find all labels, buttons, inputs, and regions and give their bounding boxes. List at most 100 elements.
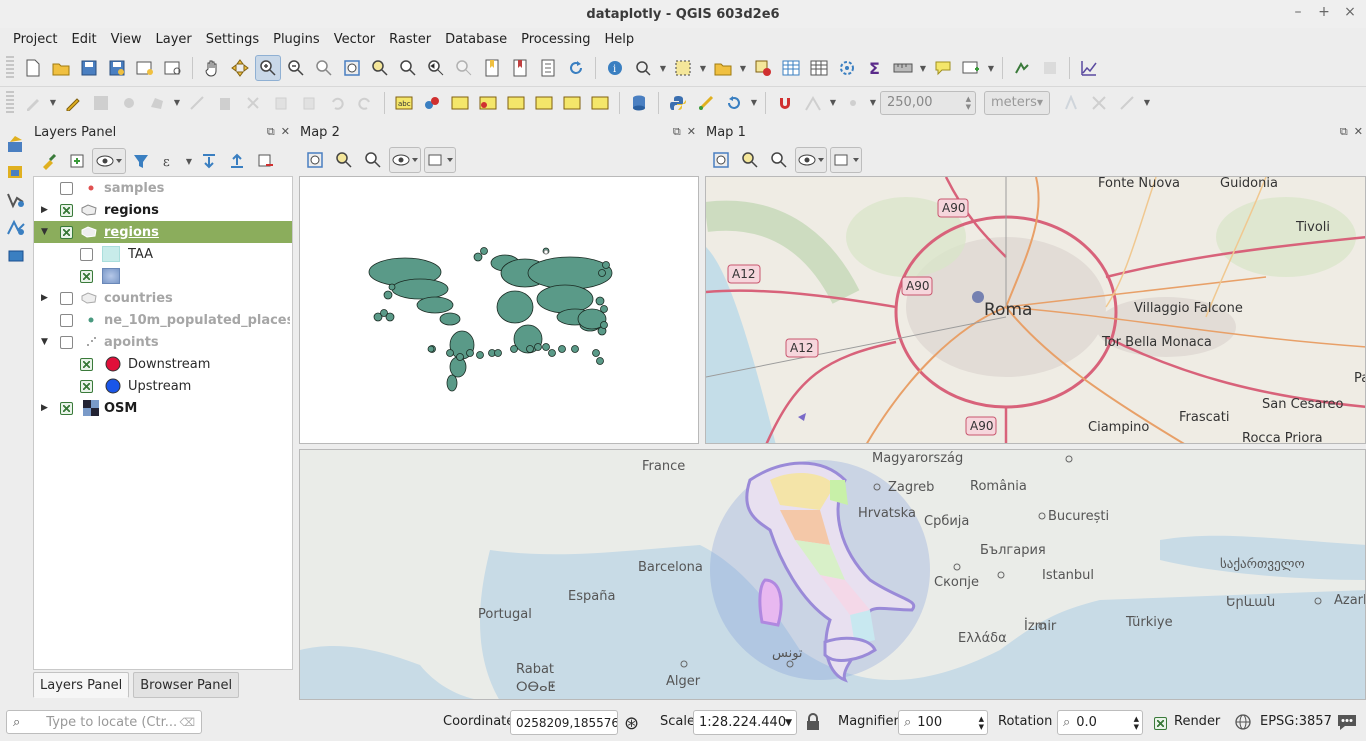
new-project-icon[interactable] bbox=[20, 55, 46, 81]
snap-mode-icon[interactable] bbox=[800, 90, 826, 116]
close-panel-icon[interactable]: ✕ bbox=[1354, 125, 1363, 139]
mouse-coordinate-icon[interactable]: ⊛ bbox=[624, 713, 639, 734]
map2-canvas[interactable] bbox=[299, 176, 699, 444]
zoom-to-layer-icon[interactable] bbox=[360, 147, 386, 173]
add-raster-layer-icon[interactable] bbox=[4, 244, 28, 268]
chevron-down-icon[interactable]: ▼ bbox=[828, 98, 838, 107]
zoom-to-layer-icon[interactable] bbox=[766, 147, 792, 173]
chevron-down-icon[interactable]: ▼ bbox=[184, 157, 194, 166]
zoom-in-icon[interactable] bbox=[255, 55, 281, 81]
zoom-to-selection-icon[interactable] bbox=[737, 147, 763, 173]
label-show-hide-icon[interactable] bbox=[559, 90, 585, 116]
style-panel-icon[interactable] bbox=[36, 148, 62, 174]
snap-type-icon[interactable] bbox=[840, 90, 866, 116]
clear-icon[interactable]: ⌫ bbox=[179, 716, 195, 729]
float-panel-icon[interactable]: ⧉ bbox=[1340, 125, 1348, 139]
expand-arrow-icon[interactable]: ▶ bbox=[41, 403, 51, 413]
save-as-icon[interactable] bbox=[104, 55, 130, 81]
legend-checkbox[interactable] bbox=[80, 269, 93, 283]
zoom-to-layer-icon[interactable] bbox=[395, 55, 421, 81]
map1-canvas[interactable]: A90 A90 A90 A12 A12 Fonte Nuova Guidonia… bbox=[705, 176, 1366, 444]
zoom-full-icon[interactable] bbox=[708, 147, 734, 173]
label-toolbar-icon[interactable]: abc bbox=[391, 90, 417, 116]
zoom-out-icon[interactable] bbox=[283, 55, 309, 81]
pan-hand-icon[interactable] bbox=[199, 55, 225, 81]
current-edits-icon[interactable] bbox=[20, 90, 46, 116]
menu-help[interactable]: Help bbox=[598, 32, 642, 47]
close-panel-icon[interactable]: ✕ bbox=[687, 125, 696, 139]
zoom-last-icon[interactable] bbox=[423, 55, 449, 81]
delete-selected-icon[interactable] bbox=[212, 90, 238, 116]
close-button[interactable]: × bbox=[1344, 4, 1356, 20]
legend-item-upstream[interactable]: Upstream bbox=[34, 375, 292, 397]
add-layer-icon[interactable] bbox=[4, 160, 28, 184]
add-vector-layer-icon[interactable] bbox=[4, 188, 28, 212]
new-map-view-icon[interactable] bbox=[958, 55, 984, 81]
tolerance-spinbox[interactable]: 250,00 ▲ ▼ bbox=[880, 90, 976, 115]
layer-checkbox[interactable] bbox=[60, 181, 73, 195]
processing-toolbox-icon[interactable] bbox=[834, 55, 860, 81]
toolbar-grip[interactable] bbox=[6, 56, 14, 80]
digitize-icon[interactable] bbox=[693, 90, 719, 116]
map-tips-icon[interactable] bbox=[930, 55, 956, 81]
legend-item-other[interactable] bbox=[34, 265, 292, 287]
spin-arrows-icon[interactable]: ▲ ▼ bbox=[1134, 715, 1139, 731]
menu-raster[interactable]: Raster bbox=[382, 32, 438, 47]
minimize-button[interactable]: – bbox=[1292, 4, 1304, 20]
locator-search[interactable]: ⌕ Type to locate (Ctr... ⌫ bbox=[6, 710, 202, 734]
identify-icon[interactable]: i bbox=[602, 55, 628, 81]
layout-manager-icon[interactable] bbox=[160, 55, 186, 81]
collapse-arrow-icon[interactable]: ▼ bbox=[41, 227, 51, 237]
toggle-editing-icon[interactable] bbox=[60, 90, 86, 116]
expand-arrow-icon[interactable]: ▶ bbox=[41, 293, 51, 303]
tab-browser-panel[interactable]: Browser Panel bbox=[133, 672, 240, 698]
chevron-down-icon[interactable]: ▼ bbox=[749, 98, 759, 107]
attribute-table-icon[interactable] bbox=[778, 55, 804, 81]
float-panel-icon[interactable]: ⧉ bbox=[673, 125, 681, 139]
label-highlight-icon[interactable] bbox=[447, 90, 473, 116]
save-edits-icon[interactable] bbox=[88, 90, 114, 116]
label-move-icon[interactable] bbox=[475, 90, 501, 116]
render-checkbox[interactable] bbox=[1154, 717, 1167, 730]
show-bookmarks-icon[interactable] bbox=[507, 55, 533, 81]
measure-icon[interactable] bbox=[890, 55, 916, 81]
layer-checkbox[interactable] bbox=[60, 291, 73, 305]
statistics-sigma-icon[interactable]: Σ bbox=[862, 55, 888, 81]
filter-expression-icon[interactable]: ε bbox=[156, 148, 182, 174]
float-panel-icon[interactable]: ⧉ bbox=[267, 125, 275, 139]
menu-layer[interactable]: Layer bbox=[149, 32, 199, 47]
chevron-down-icon[interactable]: ▼ bbox=[1142, 98, 1152, 107]
menu-edit[interactable]: Edit bbox=[64, 32, 103, 47]
vertex-tool-icon[interactable] bbox=[184, 90, 210, 116]
temporal-icon[interactable] bbox=[535, 55, 561, 81]
menu-database[interactable]: Database bbox=[438, 32, 514, 47]
legend-item-taa[interactable]: TAA bbox=[34, 243, 292, 265]
legend-checkbox[interactable] bbox=[80, 379, 93, 393]
dataplotly-icon[interactable] bbox=[1076, 55, 1102, 81]
add-wms-layer-icon[interactable] bbox=[4, 216, 28, 240]
pan-to-selection-icon[interactable] bbox=[227, 55, 253, 81]
layer-checkbox[interactable] bbox=[60, 313, 73, 327]
legend-checkbox[interactable] bbox=[80, 357, 93, 371]
chevron-down-icon[interactable]: ▼ bbox=[48, 98, 58, 107]
select-features-icon[interactable] bbox=[670, 55, 696, 81]
crs-label[interactable]: EPSG:3857 bbox=[1260, 714, 1332, 729]
undo-icon[interactable] bbox=[324, 90, 350, 116]
paste-features-icon[interactable] bbox=[296, 90, 322, 116]
layer-row-regions-selected[interactable]: ▼ regions bbox=[34, 221, 292, 243]
identify-features-icon[interactable] bbox=[630, 55, 656, 81]
add-polygon-icon[interactable] bbox=[144, 90, 170, 116]
spin-arrows-icon[interactable]: ▲ ▼ bbox=[966, 95, 971, 111]
zoom-next-icon[interactable] bbox=[451, 55, 477, 81]
legend-item-downstream[interactable]: Downstream bbox=[34, 353, 292, 375]
data-source-manager-icon[interactable] bbox=[4, 132, 28, 156]
copy-features-icon[interactable] bbox=[268, 90, 294, 116]
expand-all-icon[interactable] bbox=[196, 148, 222, 174]
layer-row-apoints[interactable]: ▼ apoints bbox=[34, 331, 292, 353]
maximize-button[interactable]: + bbox=[1318, 4, 1330, 20]
menu-project[interactable]: Project bbox=[6, 32, 64, 47]
label-change-icon[interactable] bbox=[531, 90, 557, 116]
snapping-magnet-icon[interactable] bbox=[772, 90, 798, 116]
new-print-layout-icon[interactable] bbox=[132, 55, 158, 81]
menu-view[interactable]: View bbox=[104, 32, 149, 47]
